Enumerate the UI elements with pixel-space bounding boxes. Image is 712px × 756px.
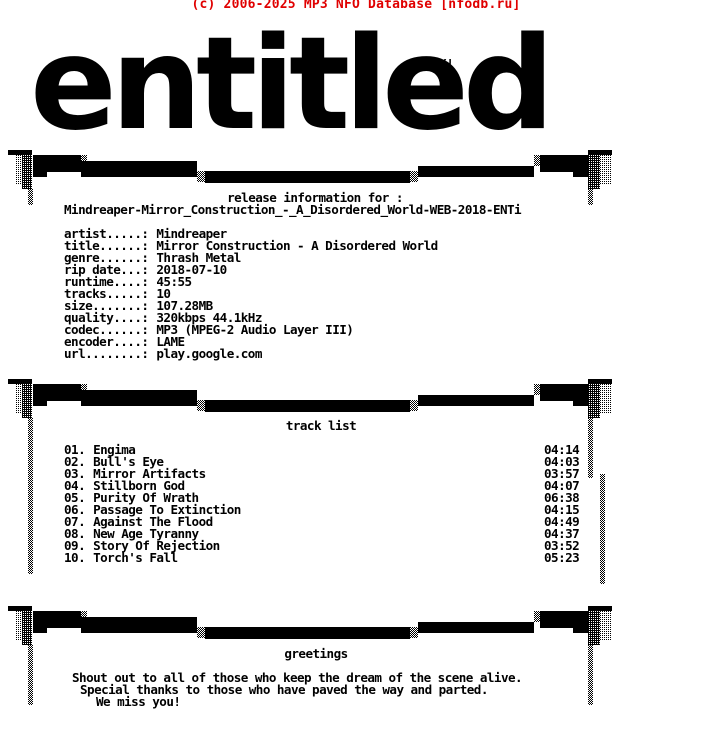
track-row: 10. Torch's Fall 05:23 [64,550,584,565]
greetings-heading: greetings [284,646,348,661]
track-title: Torch's Fall [93,550,178,565]
logo-wordmark: entitled [30,20,549,140]
field-value: play.google.com [156,346,262,361]
field-value: MP3 (MPEG-2 Audio Layer III) [156,322,354,337]
track-length: 05:23 [544,550,580,565]
release-field-row: url........: play.google.com [64,346,262,361]
logo-tag: hX! [432,57,454,71]
field-label: url........: [64,346,149,361]
greetings-line-3: We miss you! [96,694,181,709]
release-name: Mindreaper-Mirror_Construction_-_A_Disor… [64,202,522,217]
logo-art: entitled [30,20,555,140]
track-number: 10. [64,550,86,565]
tracklist-heading: track list [285,418,357,433]
copyright-header: (c) 2006-2025 MP3 NFO Database [nfodb.ru… [191,0,521,12]
section-divider-greetings [8,606,612,705]
